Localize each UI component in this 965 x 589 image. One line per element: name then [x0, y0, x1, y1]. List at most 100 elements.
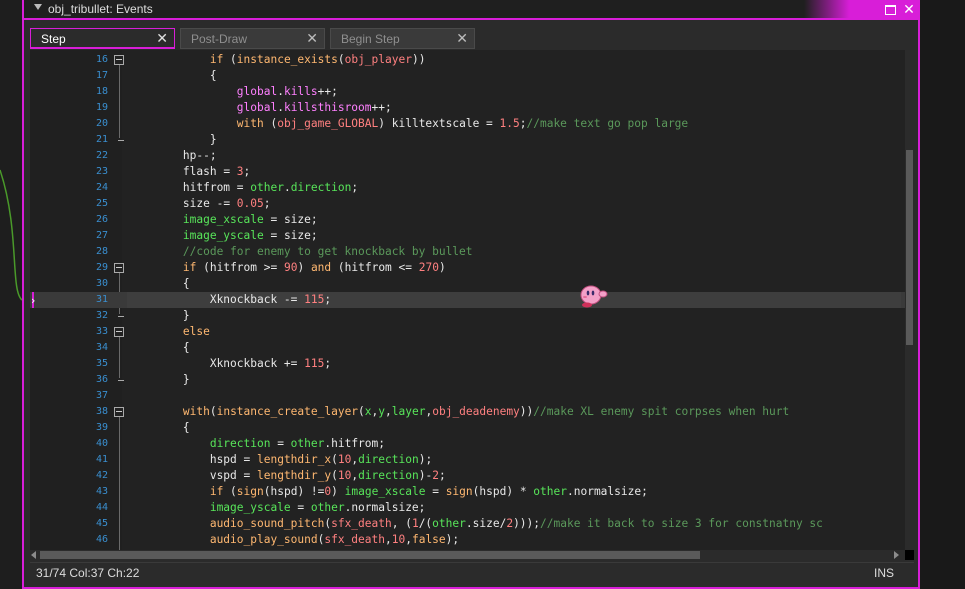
tab-label: Begin Step — [341, 32, 400, 46]
scroll-right-icon[interactable] — [894, 551, 899, 559]
code-text[interactable]: } — [129, 132, 217, 148]
code-text[interactable]: if (instance_exists(obj_player)) — [129, 52, 426, 68]
code-line[interactable]: 23 flash = 3; — [30, 164, 914, 180]
code-text[interactable]: } — [129, 308, 190, 324]
code-line[interactable]: 44 image_yscale = other.normalsize; — [30, 500, 914, 516]
code-text[interactable]: image_yscale = other.normalsize; — [129, 500, 426, 516]
code-text[interactable]: direction = other.hitfrom; — [129, 436, 385, 452]
line-number: 35 — [95, 358, 108, 369]
code-text[interactable]: { — [129, 276, 190, 292]
code-text[interactable]: vspd = lengthdir_y(10,direction)-2; — [129, 468, 446, 484]
tab-step[interactable]: Step ✕ — [30, 28, 175, 49]
code-text[interactable]: image_yscale = size; — [129, 228, 318, 244]
code-line[interactable]: 39 { — [30, 420, 914, 436]
code-line[interactable]: 43 if (sign(hspd) !=0) image_xscale = si… — [30, 484, 914, 500]
code-line[interactable]: 30 { — [30, 276, 914, 292]
code-line[interactable]: 35 Xknockback += 115; — [30, 356, 914, 372]
code-text[interactable]: image_xscale = size; — [129, 212, 318, 228]
fold-end-marker — [118, 316, 124, 317]
code-line[interactable]: 29 if (hitfrom >= 90) and (hitfrom <= 27… — [30, 260, 914, 276]
line-number: 23 — [95, 166, 108, 177]
code-text[interactable]: { — [129, 420, 190, 436]
code-line[interactable]: 25 size -= 0.05; — [30, 196, 914, 212]
code-text[interactable]: audio_play_sound(sfx_death,10,false); — [129, 532, 459, 548]
fold-toggle-icon[interactable] — [114, 263, 124, 273]
code-text[interactable]: global.kills++; — [129, 84, 338, 100]
code-line[interactable]: 17 { — [30, 68, 914, 84]
scroll-corner — [905, 550, 914, 560]
code-line[interactable]: 42 vspd = lengthdir_y(10,direction)-2; — [30, 468, 914, 484]
tab-begin-step[interactable]: Begin Step ✕ — [330, 28, 475, 49]
code-text[interactable]: size -= 0.05; — [129, 196, 271, 212]
code-text[interactable]: hitfrom = other.direction; — [129, 180, 358, 196]
code-text[interactable]: audio_sound_pitch(sfx_death, (1/(other.s… — [129, 516, 823, 532]
code-line[interactable]: 28 //code for enemy to get knockback by … — [30, 244, 914, 260]
fold-toggle-icon[interactable] — [114, 327, 124, 337]
line-number: 24 — [95, 182, 108, 193]
code-line[interactable]: 46 audio_play_sound(sfx_death,10,false); — [30, 532, 914, 548]
code-text[interactable]: { — [129, 68, 217, 84]
code-line[interactable]: 16 if (instance_exists(obj_player)) — [30, 52, 914, 68]
code-line[interactable]: 19 global.killsthisroom++; — [30, 100, 914, 116]
code-text[interactable]: if (hitfrom >= 90) and (hitfrom <= 270) — [129, 260, 446, 276]
code-line[interactable]: 26 image_xscale = size; — [30, 212, 914, 228]
code-text[interactable]: with (obj_game_GLOBAL) killtextscale = 1… — [129, 116, 688, 132]
horizontal-scroll-thumb[interactable] — [40, 551, 700, 559]
code-line[interactable]: 21 } — [30, 132, 914, 148]
code-line[interactable]: 38 with(instance_create_layer(x,y,layer,… — [30, 404, 914, 420]
line-number: 40 — [95, 438, 108, 449]
line-number: 21 — [95, 134, 108, 145]
tab-post-draw[interactable]: Post-Draw ✕ — [180, 28, 325, 49]
code-line[interactable]: › 31 Xknockback -= 115; — [30, 292, 914, 308]
code-line[interactable]: 22 hp--; — [30, 148, 914, 164]
code-text[interactable]: { — [129, 340, 190, 356]
code-line[interactable]: 45 audio_sound_pitch(sfx_death, (1/(othe… — [30, 516, 914, 532]
code-text[interactable]: Xknockback -= 115; — [129, 292, 331, 308]
close-window-icon[interactable]: ✕ — [901, 2, 917, 16]
caret-marker-icon: › — [31, 294, 36, 307]
background-right — [920, 0, 965, 589]
vertical-scrollbar[interactable] — [905, 50, 914, 550]
code-line[interactable]: 41 hspd = lengthdir_x(10,direction); — [30, 452, 914, 468]
code-text[interactable]: if (sign(hspd) !=0) image_xscale = sign(… — [129, 484, 648, 500]
code-line[interactable]: 34 { — [30, 340, 914, 356]
window-titlebar[interactable]: obj_tribullet: Events ✕ — [24, 0, 918, 20]
status-bar: 31/74 Col:37 Ch:22 INS — [30, 562, 914, 582]
line-number: 17 — [95, 70, 108, 81]
code-line[interactable]: 40 direction = other.hitfrom; — [30, 436, 914, 452]
tab-label: Post-Draw — [191, 32, 248, 46]
line-number: 20 — [95, 118, 108, 129]
code-text[interactable]: else — [129, 324, 210, 340]
background-workspace — [0, 0, 23, 589]
code-text[interactable]: //code for enemy to get knockback by bul… — [129, 244, 473, 260]
tab-close-icon[interactable]: ✕ — [156, 30, 168, 47]
tab-close-icon[interactable]: ✕ — [456, 30, 468, 47]
code-line[interactable]: 33 else — [30, 324, 914, 340]
fold-toggle-icon[interactable] — [114, 55, 124, 65]
code-line[interactable]: 36 } — [30, 372, 914, 388]
maximize-icon[interactable] — [882, 2, 898, 16]
code-text[interactable]: with(instance_create_layer(x,y,layer,obj… — [129, 404, 789, 420]
kirby-cursor-icon — [580, 285, 608, 308]
fold-toggle-icon[interactable] — [114, 407, 124, 417]
code-line[interactable]: 37 — [30, 388, 914, 404]
code-line[interactable]: 32 } — [30, 308, 914, 324]
code-text[interactable]: flash = 3; — [129, 164, 250, 180]
code-text[interactable]: Xknockback += 115; — [129, 356, 331, 372]
code-editor[interactable]: 16 if (instance_exists(obj_player)) 17 {1… — [30, 50, 914, 550]
code-text[interactable]: } — [129, 372, 190, 388]
code-line[interactable]: 24 hitfrom = other.direction; — [30, 180, 914, 196]
line-number: 38 — [95, 406, 108, 417]
tab-close-icon[interactable]: ✕ — [306, 30, 318, 47]
scroll-left-icon[interactable] — [31, 551, 36, 559]
code-line[interactable]: 20 with (obj_game_GLOBAL) killtextscale … — [30, 116, 914, 132]
horizontal-scrollbar[interactable] — [30, 550, 914, 560]
code-text[interactable]: global.killsthisroom++; — [129, 100, 392, 116]
code-line[interactable]: 18 global.kills++; — [30, 84, 914, 100]
code-line[interactable]: 27 image_yscale = size; — [30, 228, 914, 244]
vertical-scroll-thumb[interactable] — [906, 150, 913, 345]
line-number: 44 — [95, 502, 108, 513]
collapse-arrow-icon[interactable] — [34, 4, 42, 10]
code-text[interactable]: hp--; — [129, 148, 217, 164]
code-text[interactable]: hspd = lengthdir_x(10,direction); — [129, 452, 432, 468]
